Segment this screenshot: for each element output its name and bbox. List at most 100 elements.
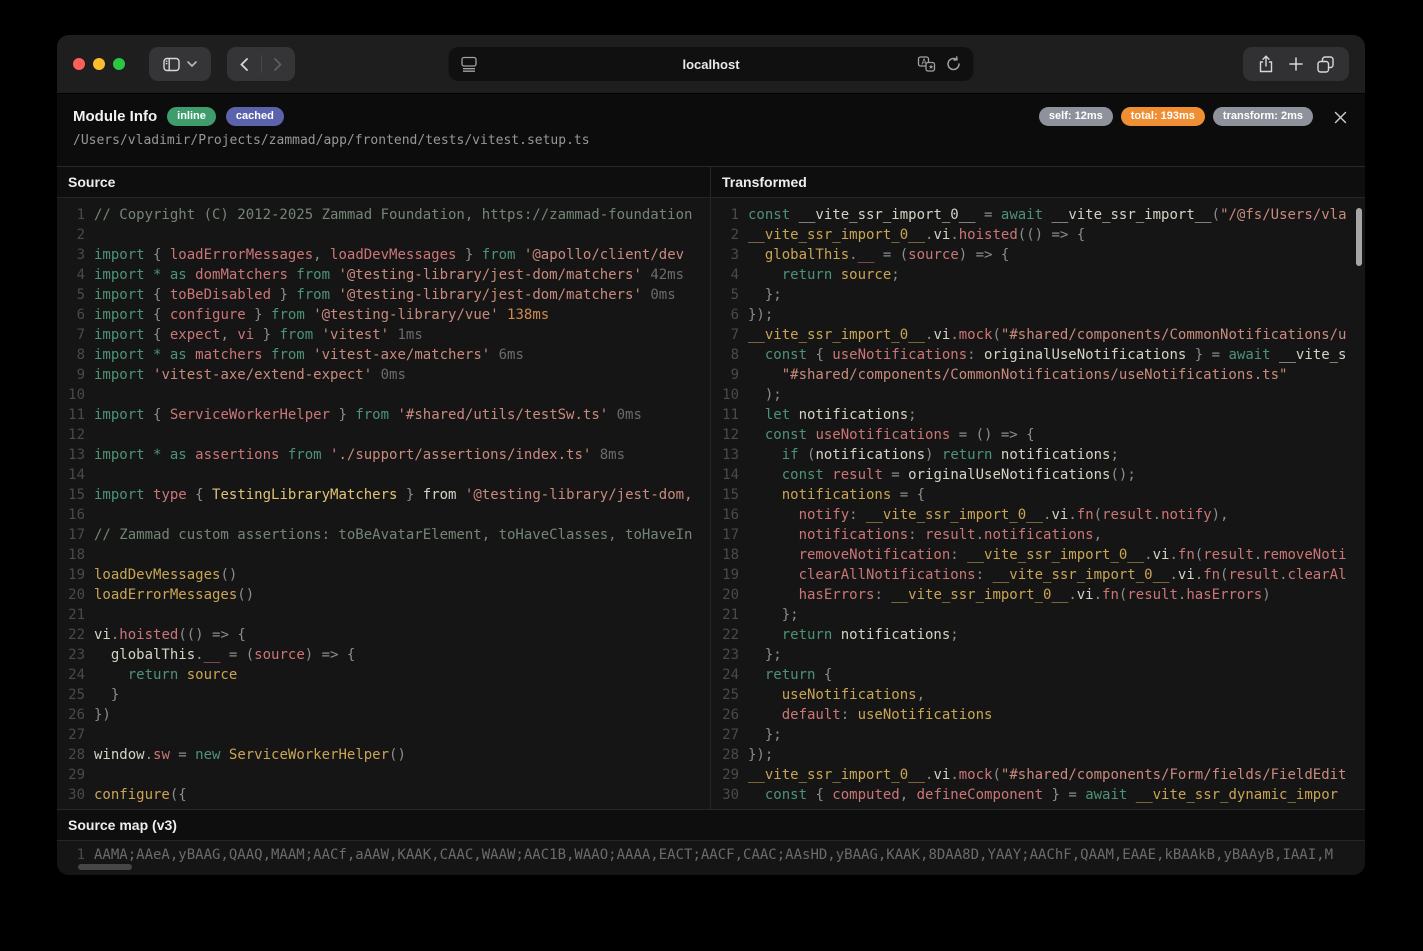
module-file-path: /Users/vladimir/Projects/zammad/app/fron… — [73, 133, 1349, 148]
code-text: __vite_ssr_import_0__.vi.hoisted(() => { — [748, 225, 1365, 245]
line-number: 20 — [57, 585, 85, 605]
reload-icon[interactable] — [946, 56, 962, 72]
tab-overview-button[interactable] — [1317, 56, 1334, 73]
code-line: 12 const useNotifications = () => { — [711, 425, 1365, 445]
code-text: const __vite_ssr_import_0__ = await __vi… — [748, 205, 1365, 225]
code-text: useNotifications, — [748, 685, 1365, 705]
line-number: 20 — [711, 585, 739, 605]
code-line: 17 notifications: result.notifications, — [711, 525, 1365, 545]
source-panel: Source 1// Copyright (C) 2012-2025 Zamma… — [57, 167, 710, 809]
share-button[interactable] — [1258, 55, 1274, 73]
line-number: 1 — [57, 845, 85, 865]
code-line: 30 const { computed, defineComponent } =… — [711, 785, 1365, 805]
translate-icon[interactable]: A ★ — [918, 56, 936, 72]
code-line: 19 clearAllNotifications: __vite_ssr_imp… — [711, 565, 1365, 585]
line-number: 23 — [57, 645, 85, 665]
code-line: 2 __vite_ssr_import_0__.vi.hoisted(() => … — [711, 225, 1365, 245]
transformed-code[interactable]: 1const __vite_ssr_import_0__ = await __v… — [711, 198, 1365, 809]
minimize-window-button[interactable] — [93, 58, 105, 70]
line-number: 5 — [711, 285, 739, 305]
line-number: 12 — [711, 425, 739, 445]
code-line: 10 — [57, 385, 710, 405]
code-text — [94, 545, 710, 565]
line-number: 22 — [711, 625, 739, 645]
history-nav — [227, 47, 295, 81]
code-line: 20loadErrorMessages() — [57, 585, 710, 605]
line-number: 16 — [57, 505, 85, 525]
code-text — [94, 225, 710, 245]
code-line: 8 const { useNotifications: originalUseN… — [711, 345, 1365, 365]
code-text: return source — [94, 665, 710, 685]
sidebar-toggle-button[interactable] — [149, 47, 211, 81]
code-line: 18 — [57, 545, 710, 565]
code-line: 13import * as assertions from './support… — [57, 445, 710, 465]
line-number: 2 — [57, 225, 85, 245]
source-code[interactable]: 1// Copyright (C) 2012-2025 Zammad Found… — [57, 198, 710, 809]
code-panels: Source 1// Copyright (C) 2012-2025 Zamma… — [57, 167, 1365, 809]
line-number: 25 — [57, 685, 85, 705]
zoom-window-button[interactable] — [113, 58, 125, 70]
code-line: 8 import * as matchers from 'vitest-axe/m… — [57, 345, 710, 365]
code-line: 7__vite_ssr_import_0__.vi.mock("#shared/… — [711, 325, 1365, 345]
sidebar-icon — [163, 57, 180, 72]
line-number: 25 — [711, 685, 739, 705]
address-bar[interactable]: localhost A ★ — [449, 47, 974, 81]
code-line: 9import 'vitest-axe/extend-expect' 0ms — [57, 365, 710, 385]
code-line: 7import { expect, vi } from 'vitest' 1ms — [57, 325, 710, 345]
line-number: 8 — [57, 345, 85, 365]
code-line: 13 if (notifications) return notificatio… — [711, 445, 1365, 465]
line-number: 5 — [57, 285, 85, 305]
back-button[interactable] — [228, 47, 261, 81]
close-button[interactable] — [1329, 106, 1351, 128]
line-number: 15 — [57, 485, 85, 505]
code-line: 6import { configure } from '@testing-lib… — [57, 305, 710, 325]
code-line: 3 globalThis.__ = (source) => { — [711, 245, 1365, 265]
code-text — [94, 425, 710, 445]
vertical-scrollbar-thumb[interactable] — [1356, 208, 1362, 266]
new-tab-button[interactable] — [1289, 57, 1303, 71]
code-line: 12 — [57, 425, 710, 445]
line-number: 28 — [711, 745, 739, 765]
code-text: import * as matchers from 'vitest-axe/ma… — [94, 345, 710, 365]
metric-self: self: 12ms — [1039, 107, 1113, 126]
sourcemap-section: Source map (v3) 1AAMA;AAeA,yBAAG,QAAQ,MA… — [57, 809, 1365, 875]
reader-icon[interactable] — [461, 56, 478, 72]
line-number: 4 — [711, 265, 739, 285]
code-text: }); — [748, 745, 1365, 765]
line-number: 26 — [57, 705, 85, 725]
line-number: 28 — [57, 745, 85, 765]
chevron-down-icon — [187, 61, 197, 67]
code-line: 25 } — [57, 685, 710, 705]
horizontal-scrollbar-thumb[interactable] — [78, 864, 132, 870]
transformed-panel: Transformed 1const __vite_ssr_import_0__… — [711, 167, 1365, 809]
line-number: 24 — [57, 665, 85, 685]
line-number: 9 — [57, 365, 85, 385]
code-line: 1AAMA;AAeA,yBAAG,QAAQ,MAAM;AACf,aAAW,KAA… — [57, 845, 1365, 865]
code-text — [94, 465, 710, 485]
close-window-button[interactable] — [73, 58, 85, 70]
transformed-panel-title: Transformed — [711, 167, 1365, 198]
line-number: 2 — [711, 225, 739, 245]
code-text: configure({ — [94, 785, 710, 805]
sourcemap-code[interactable]: 1AAMA;AAeA,yBAAG,QAAQ,MAAM;AACf,aAAW,KAA… — [57, 841, 1365, 875]
code-line: 16 notify: __vite_ssr_import_0__.vi.fn(r… — [711, 505, 1365, 525]
line-number: 21 — [57, 605, 85, 625]
tabs-icon — [1317, 56, 1334, 73]
code-text: // Zammad custom assertions: toBeAvatarE… — [94, 525, 710, 545]
line-number: 13 — [711, 445, 739, 465]
forward-button[interactable] — [262, 47, 295, 81]
line-number: 26 — [711, 705, 739, 725]
line-number: 9 — [711, 365, 739, 385]
code-text: clearAllNotifications: __vite_ssr_import… — [748, 565, 1365, 585]
code-text: }; — [748, 285, 1365, 305]
back-icon — [240, 58, 248, 71]
code-text: notifications: result.notifications, — [748, 525, 1365, 545]
code-text: __vite_ssr_import_0__.vi.mock("#shared/c… — [748, 765, 1365, 785]
code-line: 19loadDevMessages() — [57, 565, 710, 585]
code-text — [94, 505, 710, 525]
line-number: 18 — [57, 545, 85, 565]
code-text: import * as domMatchers from '@testing-l… — [94, 265, 710, 285]
code-line: 25 useNotifications, — [711, 685, 1365, 705]
code-line: 21 }; — [711, 605, 1365, 625]
code-text: return { — [748, 665, 1365, 685]
